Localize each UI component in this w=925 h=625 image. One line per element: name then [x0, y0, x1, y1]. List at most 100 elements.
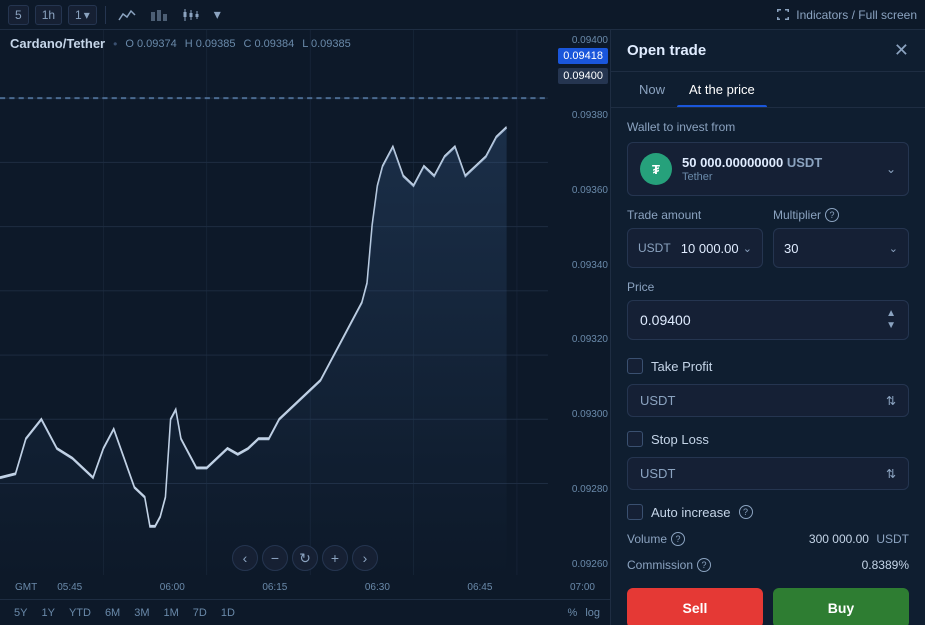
- sell-button[interactable]: Sell: [627, 588, 763, 625]
- line-chart-icon[interactable]: [114, 6, 140, 24]
- period-log-btn[interactable]: log: [585, 607, 600, 619]
- auto-increase-help-icon[interactable]: ?: [739, 505, 753, 519]
- period-1d-btn[interactable]: 1D: [217, 605, 239, 621]
- chart-header: Cardano/Tether • O 0.09374 H 0.09385 C 0…: [10, 36, 351, 51]
- price-input[interactable]: 0.09400 ▲ ▼: [627, 300, 909, 340]
- take-profit-currency: USDT: [640, 393, 675, 408]
- chevron-down-icon: ▾: [214, 6, 221, 23]
- take-profit-arrows-icon: ⇅: [886, 394, 896, 408]
- price-arrows: ▲ ▼: [886, 309, 896, 331]
- chevron-down-icon: ▾: [84, 8, 90, 22]
- wallet-label: Wallet to invest from: [627, 120, 909, 134]
- tab-now[interactable]: Now: [627, 72, 677, 107]
- zoom-in-btn[interactable]: +: [322, 545, 348, 571]
- timeframe-5-btn[interactable]: 5: [8, 5, 29, 25]
- price-value: 0.09400: [640, 312, 691, 328]
- price-high: H 0.09385: [185, 38, 236, 50]
- chart-controls: ‹ − ↻ + ›: [232, 545, 378, 571]
- take-profit-row: Take Profit: [611, 352, 925, 380]
- stop-loss-label: Stop Loss: [651, 432, 709, 447]
- reset-btn[interactable]: ↻: [292, 545, 318, 571]
- multiplier-chevron-icon: ⌄: [889, 242, 898, 255]
- wallet-amount: 50 000.00000000 USDT: [682, 155, 822, 170]
- trade-chevron-icon: ⌄: [743, 242, 752, 255]
- multiplier-input[interactable]: 30 ⌄: [773, 228, 909, 268]
- action-buttons: Sell Buy: [611, 578, 925, 625]
- zoom-out-btn[interactable]: −: [262, 545, 288, 571]
- next-btn[interactable]: ›: [352, 545, 378, 571]
- take-profit-label: Take Profit: [651, 359, 712, 374]
- main-layout: Cardano/Tether • O 0.09374 H 0.09385 C 0…: [0, 30, 925, 625]
- commission-value: 0.8389%: [862, 558, 909, 572]
- period-3m-btn[interactable]: 3M: [130, 605, 153, 621]
- price-field-wrap: Price 0.09400 ▲ ▼: [611, 280, 925, 352]
- take-profit-currency-selector[interactable]: USDT ⇅: [627, 384, 909, 417]
- panel-header: Open trade ✕: [611, 30, 925, 72]
- commission-row: Commission ? 0.8389%: [611, 552, 925, 578]
- multiplier-value: 30: [784, 241, 798, 256]
- prev-btn[interactable]: ‹: [232, 545, 258, 571]
- multiplier-help-icon[interactable]: ?: [825, 208, 839, 222]
- chart-area: Cardano/Tether • O 0.09374 H 0.09385 C 0…: [0, 30, 610, 625]
- stop-loss-currency: USDT: [640, 466, 675, 481]
- trade-multiplier-row: Trade amount USDT 10 000.00 ⌄ Multiplier…: [611, 208, 925, 280]
- period-1y-btn[interactable]: 1Y: [37, 605, 58, 621]
- timeframe-1-btn[interactable]: 1 ▾: [68, 5, 97, 25]
- panel-title: Open trade: [627, 42, 706, 59]
- tab-at-the-price[interactable]: At the price: [677, 72, 767, 107]
- multiplier-label: Multiplier ?: [773, 208, 909, 222]
- wallet-selector[interactable]: ₮ 50 000.00000000 USDT Tether ⌄: [627, 142, 909, 196]
- time-0630: 06:30: [365, 582, 390, 593]
- auto-increase-checkbox[interactable]: [627, 504, 643, 520]
- time-0600: 06:00: [160, 582, 185, 593]
- multiplier-group: Multiplier ? 30 ⌄: [773, 208, 909, 268]
- buy-button[interactable]: Buy: [773, 588, 909, 625]
- wallet-section: Wallet to invest from ₮ 50 000.00000000 …: [611, 108, 925, 208]
- chart-period-bar: 5Y 1Y YTD 6M 3M 1M 7D 1D % log: [0, 599, 610, 625]
- wallet-name: Tether: [682, 171, 822, 183]
- price-low: L 0.09385: [302, 38, 351, 50]
- price-open: O 0.09374: [125, 38, 176, 50]
- auto-increase-label: Auto increase: [651, 505, 731, 520]
- time-0645: 06:45: [467, 582, 492, 593]
- bar-chart-icon[interactable]: [146, 6, 172, 24]
- price-label: Price: [627, 280, 909, 294]
- volume-help-icon[interactable]: ?: [671, 532, 685, 546]
- trade-currency: USDT: [638, 241, 671, 255]
- commission-help-icon[interactable]: ?: [697, 558, 711, 572]
- time-0700: 07:00: [570, 582, 595, 593]
- timeframe-1h-btn[interactable]: 1h: [35, 5, 62, 25]
- stop-loss-checkbox[interactable]: [627, 431, 643, 447]
- volume-value: 300 000.00 USDT: [809, 532, 909, 546]
- period-7d-btn[interactable]: 7D: [189, 605, 211, 621]
- candle-chart-icon[interactable]: [178, 6, 204, 24]
- chevron-down-icon: ⌄: [886, 162, 896, 176]
- panel-tabs: Now At the price: [611, 72, 925, 108]
- period-6m-btn[interactable]: 6M: [101, 605, 124, 621]
- stop-loss-row: Stop Loss: [611, 425, 925, 453]
- period-5y-btn[interactable]: 5Y: [10, 605, 31, 621]
- stop-loss-currency-selector[interactable]: USDT ⇅: [627, 457, 909, 490]
- period-percent-btn[interactable]: %: [568, 607, 578, 619]
- period-1m-btn[interactable]: 1M: [160, 605, 183, 621]
- dashed-price-badge: 0.09400: [558, 68, 608, 84]
- stop-loss-arrows-icon: ⇅: [886, 467, 896, 481]
- time-labels: 05:45 06:00 06:15 06:30 06:45 07:00: [57, 582, 595, 593]
- wallet-info: 50 000.00000000 USDT Tether: [682, 155, 822, 183]
- commission-label: Commission ?: [627, 558, 711, 572]
- time-0615: 06:15: [262, 582, 287, 593]
- chart-price-separator: •: [113, 37, 117, 51]
- volume-row: Volume ? 300 000.00 USDT: [611, 526, 925, 552]
- trade-amount-input[interactable]: USDT 10 000.00 ⌄: [627, 228, 763, 268]
- volume-label: Volume ?: [627, 532, 685, 546]
- chart-price-info: O 0.09374 H 0.09385 C 0.09384 L 0.09385: [125, 38, 350, 50]
- price-down-icon[interactable]: ▼: [886, 321, 896, 331]
- panel-close-btn[interactable]: ✕: [894, 40, 909, 61]
- take-profit-checkbox[interactable]: [627, 358, 643, 374]
- period-ytd-btn[interactable]: YTD: [65, 605, 95, 621]
- indicators-fullscreen-btn[interactable]: Indicators / Full screen: [776, 8, 917, 22]
- price-up-icon[interactable]: ▲: [886, 309, 896, 319]
- chart-svg: [0, 30, 610, 575]
- more-chart-options-btn[interactable]: ▾: [210, 4, 225, 25]
- auto-increase-row: Auto increase ?: [611, 498, 925, 526]
